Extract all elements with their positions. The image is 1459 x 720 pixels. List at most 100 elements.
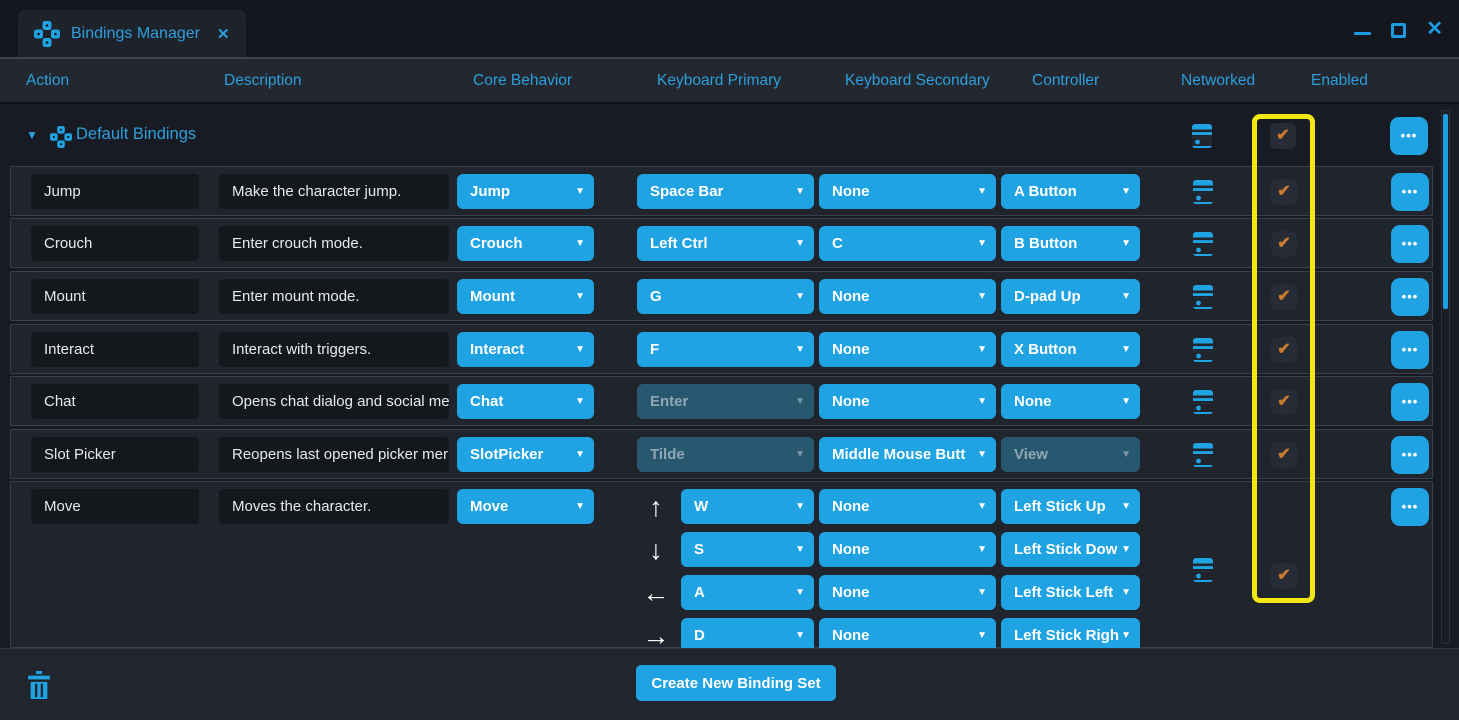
- keyboard-primary-dropdown[interactable]: Left Ctrl▼: [637, 226, 814, 261]
- more-options-button[interactable]: •••: [1391, 331, 1429, 369]
- action-field[interactable]: Chat: [31, 384, 199, 419]
- action-field[interactable]: Mount: [31, 279, 199, 314]
- action-field[interactable]: Crouch: [31, 226, 199, 261]
- keyboard-primary-dropdown[interactable]: Space Bar▼: [637, 174, 814, 209]
- networked-server-icon[interactable]: [1193, 232, 1213, 256]
- controller-dropdown[interactable]: View▼: [1001, 437, 1140, 472]
- core-behavior-dropdown[interactable]: Interact▼: [457, 332, 594, 367]
- vertical-scrollbar-track[interactable]: [1441, 110, 1450, 644]
- keyboard-primary-dropdown[interactable]: D▼: [681, 618, 814, 648]
- check-icon: ✔: [1277, 446, 1290, 463]
- core-behavior-dropdown[interactable]: SlotPicker▼: [457, 437, 594, 472]
- chevron-down-icon: ▼: [1121, 384, 1131, 419]
- description-field[interactable]: Opens chat dialog and social me: [219, 384, 449, 419]
- dropdown-value: D: [694, 627, 705, 644]
- keyboard-secondary-dropdown[interactable]: None▼: [819, 332, 996, 367]
- core-behavior-dropdown[interactable]: Crouch▼: [457, 226, 594, 261]
- keyboard-primary-dropdown[interactable]: S▼: [681, 532, 814, 567]
- enabled-checkbox[interactable]: ✔: [1271, 337, 1297, 363]
- vertical-scrollbar-thumb[interactable]: [1443, 114, 1448, 309]
- minimize-icon[interactable]: [1354, 32, 1371, 35]
- enabled-checkbox[interactable]: ✔: [1271, 179, 1297, 205]
- keyboard-secondary-dropdown[interactable]: None▼: [819, 489, 996, 524]
- controller-dropdown[interactable]: Left Stick Righ▼: [1001, 618, 1140, 648]
- keyboard-secondary-dropdown[interactable]: None▼: [819, 532, 996, 567]
- controller-dropdown[interactable]: Left Stick Left▼: [1001, 575, 1140, 610]
- description-field[interactable]: Make the character jump.: [219, 174, 449, 209]
- keyboard-primary-dropdown[interactable]: Tilde▼: [637, 437, 814, 472]
- enabled-checkbox[interactable]: ✔: [1271, 442, 1297, 468]
- dropdown-value: A: [694, 584, 705, 601]
- table-row-jump: Jump Make the character jump. Jump▼ Spac…: [10, 166, 1433, 216]
- keyboard-secondary-dropdown[interactable]: None▼: [819, 279, 996, 314]
- more-options-button[interactable]: •••: [1391, 225, 1429, 263]
- group-label[interactable]: Default Bindings: [76, 125, 196, 144]
- description-field[interactable]: Moves the character.: [219, 489, 449, 524]
- chevron-down-icon: ▼: [575, 226, 585, 261]
- close-icon[interactable]: ✕: [1426, 19, 1443, 39]
- description-field[interactable]: Enter crouch mode.: [219, 226, 449, 261]
- networked-server-icon[interactable]: [1193, 443, 1213, 467]
- keyboard-secondary-dropdown[interactable]: None▼: [819, 575, 996, 610]
- more-options-button[interactable]: •••: [1391, 436, 1429, 474]
- enabled-checkbox[interactable]: ✔: [1270, 123, 1296, 149]
- core-behavior-dropdown[interactable]: Jump▼: [457, 174, 594, 209]
- action-field[interactable]: Interact: [31, 332, 199, 367]
- keyboard-secondary-dropdown[interactable]: None▼: [819, 174, 996, 209]
- keyboard-secondary-dropdown[interactable]: Middle Mouse Butt▼: [819, 437, 996, 472]
- more-options-button[interactable]: •••: [1391, 488, 1429, 526]
- controller-dropdown[interactable]: Left Stick Dow▼: [1001, 532, 1140, 567]
- networked-server-icon[interactable]: [1193, 558, 1213, 582]
- more-options-button[interactable]: •••: [1391, 383, 1429, 421]
- create-new-binding-set-button[interactable]: Create New Binding Set: [636, 665, 836, 701]
- core-behavior-dropdown[interactable]: Mount▼: [457, 279, 594, 314]
- tab-bindings-manager[interactable]: Bindings Manager ✕: [18, 10, 246, 57]
- enabled-checkbox[interactable]: ✔: [1271, 563, 1297, 589]
- tab-close-icon[interactable]: ✕: [217, 25, 230, 43]
- keyboard-secondary-dropdown[interactable]: None▼: [819, 618, 996, 648]
- keyboard-primary-dropdown[interactable]: F▼: [637, 332, 814, 367]
- description-field[interactable]: Reopens last opened picker mer: [219, 437, 449, 472]
- keyboard-secondary-dropdown[interactable]: None▼: [819, 384, 996, 419]
- controller-dropdown[interactable]: X Button▼: [1001, 332, 1140, 367]
- description-field[interactable]: Enter mount mode.: [219, 279, 449, 314]
- trash-icon[interactable]: [28, 671, 50, 699]
- controller-dropdown[interactable]: B Button▼: [1001, 226, 1140, 261]
- enabled-checkbox[interactable]: ✔: [1271, 231, 1297, 257]
- dropdown-value: F: [650, 341, 659, 358]
- more-options-button[interactable]: •••: [1390, 117, 1428, 155]
- controller-dropdown[interactable]: A Button▼: [1001, 174, 1140, 209]
- core-behavior-dropdown[interactable]: Chat▼: [457, 384, 594, 419]
- dropdown-value: A Button: [1014, 183, 1077, 200]
- networked-server-icon[interactable]: [1193, 285, 1213, 309]
- action-field[interactable]: Slot Picker: [31, 437, 199, 472]
- more-options-button[interactable]: •••: [1391, 278, 1429, 316]
- enabled-checkbox[interactable]: ✔: [1271, 284, 1297, 310]
- keyboard-secondary-dropdown[interactable]: C▼: [819, 226, 996, 261]
- dropdown-value: W: [694, 498, 708, 515]
- controller-dropdown[interactable]: Left Stick Up▼: [1001, 489, 1140, 524]
- controller-dropdown[interactable]: D-pad Up▼: [1001, 279, 1140, 314]
- chevron-down-icon[interactable]: ▼: [26, 128, 38, 142]
- networked-server-icon[interactable]: [1192, 124, 1212, 148]
- enabled-checkbox[interactable]: ✔: [1271, 389, 1297, 415]
- keyboard-primary-dropdown[interactable]: W▼: [681, 489, 814, 524]
- keyboard-primary-dropdown[interactable]: G▼: [637, 279, 814, 314]
- check-icon: ✔: [1277, 288, 1290, 305]
- maximize-icon[interactable]: [1391, 23, 1406, 38]
- keyboard-primary-dropdown[interactable]: A▼: [681, 575, 814, 610]
- networked-server-icon[interactable]: [1193, 390, 1213, 414]
- networked-server-icon[interactable]: [1193, 180, 1213, 204]
- action-field[interactable]: Move: [31, 489, 199, 524]
- dropdown-value: Jump: [470, 183, 510, 200]
- description-field[interactable]: Interact with triggers.: [219, 332, 449, 367]
- keyboard-primary-dropdown[interactable]: Enter▼: [637, 384, 814, 419]
- controller-dropdown[interactable]: None ▼: [1001, 384, 1140, 419]
- action-field[interactable]: Jump: [31, 174, 199, 209]
- core-behavior-dropdown[interactable]: Move▼: [457, 489, 594, 524]
- dropdown-value: None: [1014, 393, 1052, 410]
- more-options-button[interactable]: •••: [1391, 173, 1429, 211]
- dropdown-value: None: [832, 541, 870, 558]
- networked-server-icon[interactable]: [1193, 338, 1213, 362]
- arrow-down-icon: ↓: [639, 532, 673, 568]
